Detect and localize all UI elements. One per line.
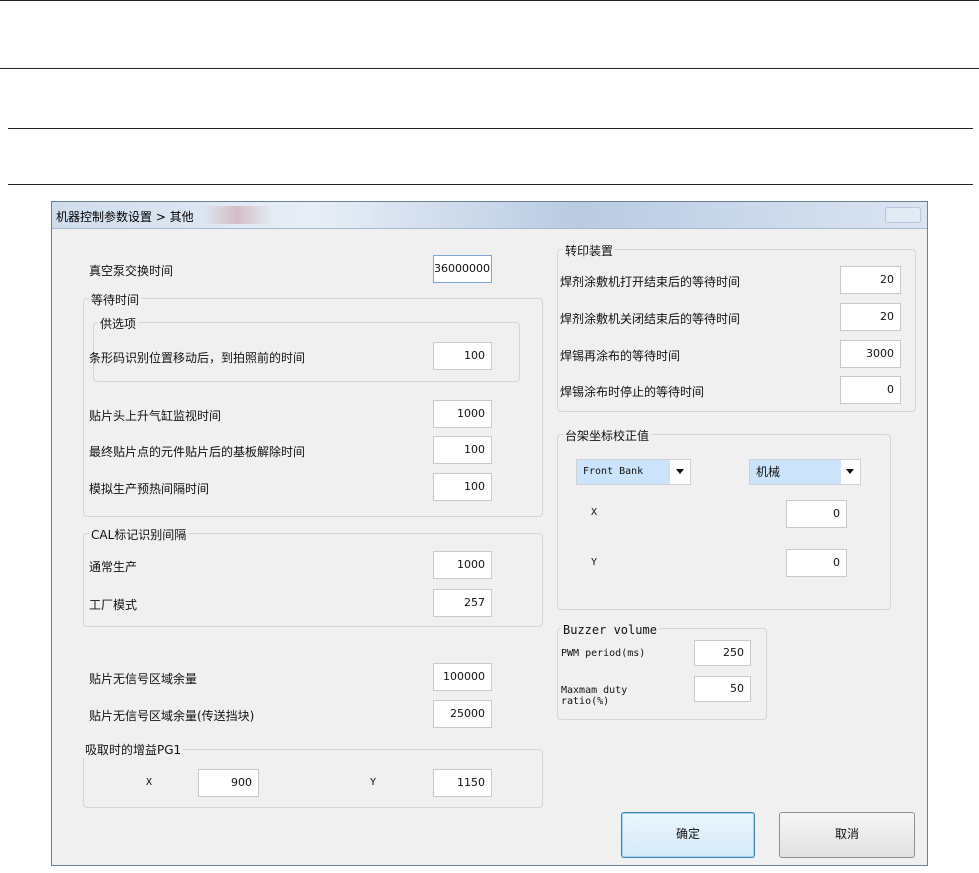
solder-recoat-label: 焊锡再涂布的等待时间 <box>560 349 681 363</box>
buzzer-group-title: Buzzer volume <box>561 623 659 637</box>
bank-select[interactable]: Front Bank <box>576 459 691 485</box>
flux-open-label: 焊剂涂敷机打开结束后的等待时间 <box>560 275 741 289</box>
vacuum-label: 真空泵交换时间 <box>89 264 174 278</box>
close-icon[interactable] <box>885 207 921 223</box>
factory-label: 工厂模式 <box>89 598 138 612</box>
pwm-label: PWM period(ms) <box>561 648 646 659</box>
preheat-field[interactable]: 100 <box>433 473 492 501</box>
nosignal-conveyor-field[interactable]: 25000 <box>433 700 492 728</box>
duty-field[interactable]: 50 <box>694 676 751 702</box>
barcode-label: 条形码识别位置移动后，到拍照前的时间 <box>89 351 306 365</box>
cylinder-label: 贴片头上升气缸监视时间 <box>89 409 222 423</box>
nosignal-field[interactable]: 100000 <box>433 663 492 691</box>
option-group-title: 供选项 <box>98 315 139 332</box>
gantry-y-label: Y <box>591 557 598 568</box>
gantry-x-field[interactable]: 0 <box>786 500 847 528</box>
chevron-down-icon[interactable] <box>676 469 684 474</box>
gain-x-label: X <box>146 777 153 788</box>
rule-1 <box>0 0 979 1</box>
release-label: 最终贴片点的元件贴片后的基板解除时间 <box>89 445 306 459</box>
factory-field[interactable]: 257 <box>433 589 492 617</box>
gain-group-title: 吸取时的增益PG1 <box>83 741 184 758</box>
preheat-label: 模拟生产预热间隔时间 <box>89 482 210 496</box>
window-title: 机器控制参数设置 > 其他 <box>56 210 194 224</box>
rule-3 <box>8 128 973 129</box>
cal-group-title: CAL标记识别间隔 <box>89 526 189 543</box>
bank-select-value: Front Bank <box>577 460 670 484</box>
solder-stop-label: 焊锡涂布时停止的等待时间 <box>560 385 705 399</box>
normal-field[interactable]: 1000 <box>433 551 492 579</box>
flux-open-field[interactable]: 20 <box>840 266 901 294</box>
title-bar[interactable]: 机器控制参数设置 > 其他 <box>52 202 927 229</box>
gain-x-field[interactable]: 900 <box>198 769 259 797</box>
rule-2 <box>0 68 979 69</box>
settings-dialog: 机器控制参数设置 > 其他 真空泵交换时间 36000000 等待时间 供选项 … <box>51 201 928 866</box>
chevron-down-icon[interactable] <box>846 469 854 474</box>
rule-4 <box>8 184 973 185</box>
cylinder-field[interactable]: 1000 <box>433 400 492 428</box>
flux-close-field[interactable]: 20 <box>840 303 901 331</box>
mode-select[interactable]: 机械 <box>749 459 861 485</box>
pwm-field[interactable]: 250 <box>694 640 751 666</box>
wait-time-group-title: 等待时间 <box>89 291 142 308</box>
solder-recoat-field[interactable]: 3000 <box>840 340 901 368</box>
gantry-y-field[interactable]: 0 <box>786 549 847 577</box>
release-field[interactable]: 100 <box>433 436 492 464</box>
nosignal-conveyor-label: 贴片无信号区域余量(传送挡块) <box>89 709 255 723</box>
ok-button[interactable]: 确定 <box>621 812 755 858</box>
title-bar-decoration <box>202 206 272 224</box>
gain-y-field[interactable]: 1150 <box>433 769 492 797</box>
normal-label: 通常生产 <box>89 560 138 574</box>
gantry-x-label: X <box>591 507 598 518</box>
duty-label: Maxmam duty ratio(%) <box>561 685 628 707</box>
solder-stop-field[interactable]: 0 <box>840 376 901 404</box>
barcode-field[interactable]: 100 <box>433 342 492 370</box>
gantry-group-title: 台架坐标校正值 <box>563 427 652 444</box>
vacuum-field[interactable]: 36000000 <box>433 255 492 283</box>
flux-close-label: 焊剂涂敷机关闭结束后的等待时间 <box>560 312 741 326</box>
nosignal-label: 贴片无信号区域余量 <box>89 672 198 686</box>
cancel-button[interactable]: 取消 <box>779 812 915 858</box>
mode-select-value: 机械 <box>750 460 841 484</box>
gain-y-label: Y <box>370 777 377 788</box>
transfer-group-title: 转印装置 <box>563 242 616 259</box>
